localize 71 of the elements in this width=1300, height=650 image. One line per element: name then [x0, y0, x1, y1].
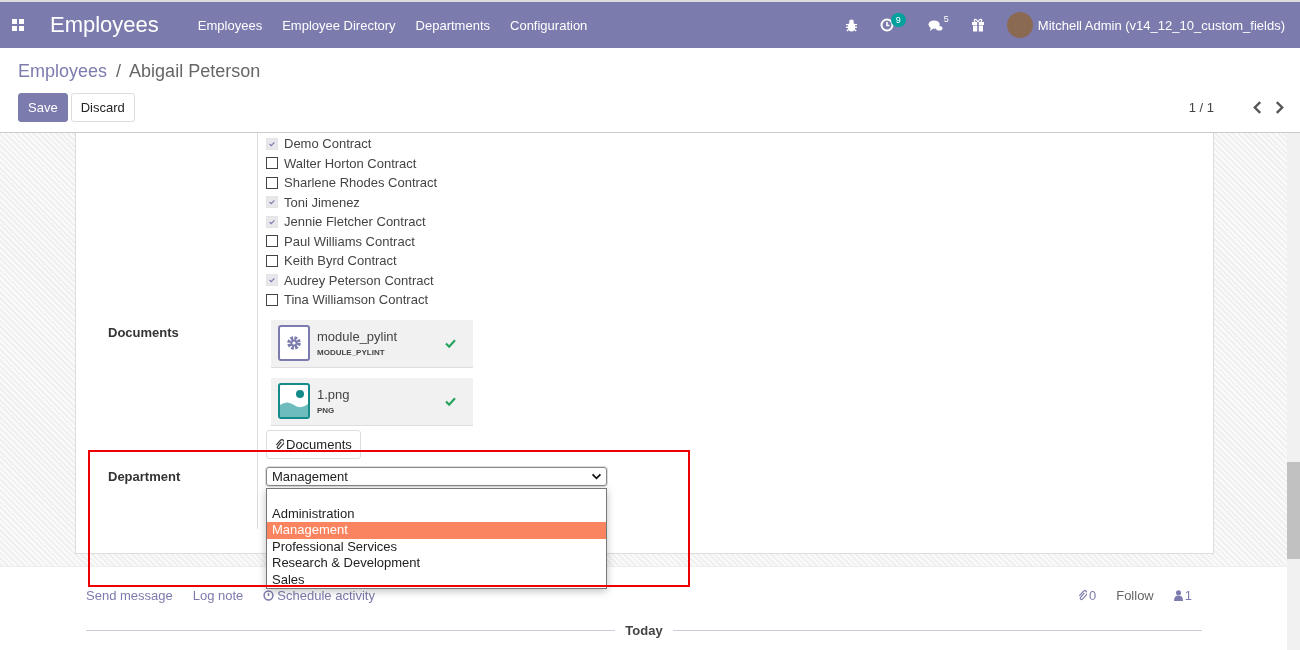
- save-button[interactable]: Save: [18, 93, 68, 122]
- attachment-name: 1.png: [317, 387, 351, 402]
- dropdown-option[interactable]: Management: [267, 522, 606, 539]
- dropdown-option[interactable]: Research & Development: [267, 555, 606, 572]
- attachment-extension: MODULE_PYLINT: [317, 348, 386, 357]
- checkbox[interactable]: [266, 157, 278, 170]
- gift-icon[interactable]: [970, 18, 985, 32]
- checkbox-label: Walter Horton Contract: [284, 155, 417, 171]
- checkbox[interactable]: [266, 293, 278, 306]
- field-label: Department: [108, 468, 181, 484]
- chatter-action-link[interactable]: Log note: [192, 588, 244, 603]
- checkbox-label: Jennie Fletcher Contract: [284, 214, 426, 230]
- menu-item[interactable]: Departments: [415, 17, 490, 33]
- user-icon: [1173, 590, 1183, 601]
- menu-item[interactable]: Employees: [197, 17, 263, 33]
- check-icon: [268, 217, 276, 226]
- app-title[interactable]: Employees: [50, 12, 159, 38]
- department-select[interactable]: Management: [266, 466, 607, 486]
- next-icon[interactable]: [1275, 101, 1284, 114]
- checkbox-label: Sharlene Rhodes Contract: [284, 175, 438, 191]
- message-count: 5: [943, 13, 949, 24]
- follow-link[interactable]: Follow: [1116, 588, 1154, 603]
- check-icon: [268, 276, 276, 285]
- chat-icon[interactable]: [927, 18, 943, 32]
- clock-icon: [263, 590, 275, 601]
- field-label: Documents: [108, 324, 179, 340]
- attachment-count-link[interactable]: 0: [1077, 588, 1097, 603]
- breadcrumb-separator: /: [116, 61, 122, 81]
- activity-count-badge: 9: [890, 13, 906, 27]
- scrollbar[interactable]: [1287, 133, 1300, 650]
- menu-item[interactable]: Configuration: [510, 17, 588, 33]
- checkbox-label: Toni Jimenez: [284, 194, 360, 210]
- discard-button[interactable]: Discard: [70, 93, 135, 122]
- paperclip-icon: [275, 438, 284, 450]
- check-icon: [268, 139, 276, 148]
- bug-icon[interactable]: [844, 18, 858, 32]
- breadcrumb-link[interactable]: Employees: [18, 61, 108, 81]
- chatter-action-link[interactable]: Send message: [86, 588, 173, 603]
- followers-link[interactable]: 1: [1173, 588, 1192, 603]
- attachment-card[interactable]: module_pylint MODULE_PYLINT: [271, 319, 473, 368]
- dropdown-option[interactable]: Administration: [267, 505, 606, 522]
- checkbox-label: Tina Williamson Contract: [284, 292, 428, 308]
- checkbox-label: Keith Byrd Contract: [284, 253, 397, 269]
- gear-file-icon: [278, 325, 310, 361]
- breadcrumb-current: Abigail Peterson: [129, 61, 261, 81]
- dropdown-option[interactable]: Sales: [267, 571, 606, 588]
- attachment-extension: PNG: [317, 406, 336, 415]
- image-file-icon: [278, 383, 310, 419]
- checkbox[interactable]: [266, 254, 278, 267]
- caret-icon: [591, 472, 602, 480]
- attachment-name: module_pylint: [317, 329, 399, 344]
- paperclip-icon: [1077, 590, 1087, 601]
- check-icon: [445, 396, 456, 406]
- checkbox[interactable]: [266, 235, 278, 248]
- user-name[interactable]: Mitchell Admin (v14_12_10_custom_fields): [1037, 17, 1285, 33]
- check-icon: [268, 198, 276, 207]
- schedule-activity-link[interactable]: Schedule activity: [263, 588, 375, 603]
- previous-icon[interactable]: [1253, 101, 1262, 114]
- dropdown-option[interactable]: Professional Services: [267, 538, 606, 555]
- checkbox-label: Paul Williams Contract: [284, 233, 415, 249]
- pager-value: 1 / 1: [1188, 100, 1214, 115]
- apps-menu-icon[interactable]: [12, 19, 24, 31]
- attachment-card[interactable]: 1.png PNG: [271, 377, 473, 426]
- menu-item[interactable]: Employee Directory: [282, 17, 396, 33]
- date-divider: Today: [624, 622, 664, 638]
- documents-button[interactable]: Documents: [266, 429, 361, 459]
- checkbox[interactable]: [266, 176, 278, 189]
- clock-icon[interactable]: [879, 18, 894, 32]
- checkbox-label: Audrey Peterson Contract: [284, 272, 434, 288]
- checkbox-label: Demo Contract: [284, 136, 372, 152]
- check-icon: [445, 338, 456, 348]
